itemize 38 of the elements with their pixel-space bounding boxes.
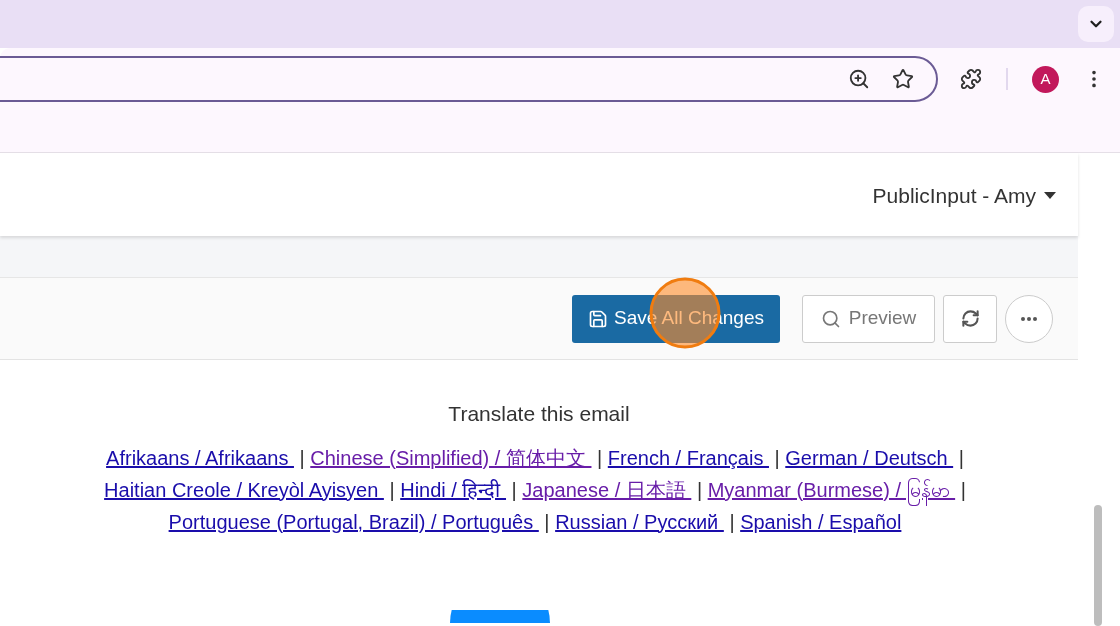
language-link[interactable]: German / Deutsch [785, 441, 954, 474]
scrollbar-thumb[interactable] [1094, 505, 1102, 626]
language-link[interactable]: Russian / Русский [555, 505, 724, 538]
tab-list-button[interactable] [1078, 6, 1114, 42]
language-link[interactable]: Afrikaans / Afrikaans [106, 441, 294, 474]
language-link[interactable]: Portuguese (Portugal, Brazil) / Português [168, 505, 539, 538]
email-heading: Translate this email [448, 401, 630, 427]
logo-icon [450, 609, 550, 623]
profile-avatar[interactable]: A [1032, 65, 1059, 93]
address-bar[interactable] [0, 56, 938, 102]
language-link[interactable]: French / Français [607, 441, 769, 474]
separator: | [960, 478, 966, 501]
separator: | [696, 478, 703, 501]
caret-icon [1044, 192, 1056, 199]
preview-button[interactable]: Preview [802, 294, 935, 343]
star-icon[interactable] [892, 68, 914, 90]
separator: | [389, 478, 395, 501]
separator: | [299, 446, 305, 469]
extensions-icon[interactable] [960, 68, 982, 90]
language-link[interactable]: Haitian Creole / Kreyòl Ayisyen [104, 473, 384, 506]
save-icon [588, 308, 608, 329]
refresh-button[interactable] [943, 294, 997, 343]
separator: | [729, 510, 735, 533]
language-link[interactable]: Chinese (Simplified) / 简体中文 [310, 441, 592, 474]
search-icon [820, 308, 841, 329]
separator: | [958, 446, 964, 469]
refresh-icon [960, 309, 980, 328]
more-icon [1021, 316, 1037, 321]
separator: | [544, 510, 550, 533]
separator: | [774, 446, 780, 469]
zoom-icon[interactable] [848, 68, 870, 90]
separator: | [511, 478, 517, 501]
language-link[interactable]: Hindi / हिन्दी [400, 473, 506, 506]
language-link[interactable]: Japanese / 日本語 [522, 473, 692, 506]
language-link[interactable]: Myanmar (Burmese) / မြန်မာ [707, 473, 956, 506]
separator: | [597, 446, 603, 469]
account-menu[interactable]: PublicInput - Amy [872, 179, 1056, 212]
language-link[interactable]: Spanish / Español [740, 505, 902, 538]
